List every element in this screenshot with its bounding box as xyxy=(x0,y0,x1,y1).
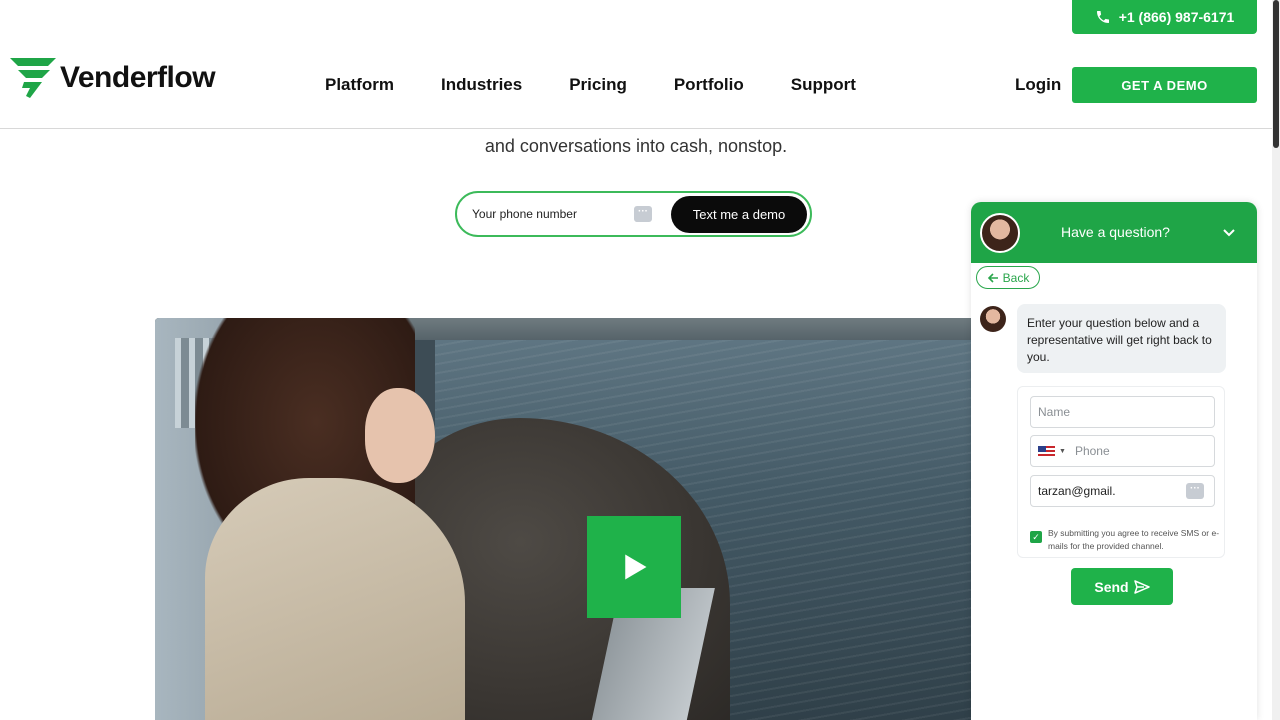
brand-name: Venderflow xyxy=(60,61,216,94)
name-placeholder: Name xyxy=(1038,405,1071,419)
email-value: tarzan@gmail. xyxy=(1038,484,1116,498)
us-flag-icon[interactable] xyxy=(1038,445,1055,457)
nav-support[interactable]: Support xyxy=(791,75,856,95)
nav-portfolio[interactable]: Portfolio xyxy=(674,75,744,95)
video-woman-face xyxy=(365,388,435,483)
nav-industries[interactable]: Industries xyxy=(441,75,522,95)
more-dots-icon[interactable]: ··· xyxy=(634,206,652,222)
nav-platform[interactable]: Platform xyxy=(325,75,394,95)
consent-checkbox[interactable]: ✓ xyxy=(1030,531,1042,543)
autofill-dots-icon[interactable]: ··· xyxy=(1186,483,1204,499)
consent-text: By submitting you agree to receive SMS o… xyxy=(1048,528,1220,551)
chat-widget: Have a question? Back Enter your questio… xyxy=(971,202,1257,720)
phone-icon xyxy=(1096,11,1109,23)
phone-field[interactable]: ▼ Phone xyxy=(1030,435,1215,467)
scrollbar-thumb[interactable] xyxy=(1273,0,1279,148)
call-phone-button[interactable]: +1 (866) 987-6171 xyxy=(1072,0,1257,34)
message-avatar xyxy=(980,306,1006,332)
brand-logo[interactable]: Venderflow xyxy=(10,56,216,100)
site-header: +1 (866) 987-6171 Venderflow Platform In… xyxy=(0,0,1272,129)
get-demo-button[interactable]: GET A DEMO xyxy=(1072,67,1257,103)
send-label: Send xyxy=(1094,578,1129,595)
back-label: Back xyxy=(1002,270,1030,285)
hero-subtitle: and conversations into cash, nonstop. xyxy=(484,136,788,156)
agent-avatar xyxy=(980,213,1020,253)
text-me-demo-button[interactable]: Text me a demo xyxy=(671,196,807,233)
phone-number-input[interactable]: Your phone number xyxy=(472,207,577,221)
venderflow-logo-icon xyxy=(10,58,56,98)
chevron-down-icon[interactable] xyxy=(1221,224,1237,240)
play-icon xyxy=(625,554,647,580)
nav-pricing[interactable]: Pricing xyxy=(569,75,627,95)
name-field[interactable]: Name xyxy=(1030,396,1215,428)
main-nav: Platform Industries Pricing Portfolio Su… xyxy=(325,75,856,95)
email-field[interactable]: tarzan@gmail. ··· xyxy=(1030,475,1215,507)
video-woman-coat xyxy=(205,478,465,720)
agent-message: Enter your question below and a represen… xyxy=(1017,304,1226,373)
arrow-left-icon xyxy=(987,272,998,283)
contact-form: Name ▼ Phone tarzan@gmail. ··· ✓ By subm… xyxy=(1017,386,1225,558)
login-link[interactable]: Login xyxy=(1015,75,1061,95)
demo-video[interactable] xyxy=(155,318,971,720)
send-icon xyxy=(1133,579,1150,594)
page: +1 (866) 987-6171 Venderflow Platform In… xyxy=(0,0,1280,720)
play-button[interactable] xyxy=(587,516,681,618)
phone-number: +1 (866) 987-6171 xyxy=(1118,9,1235,25)
phone-placeholder: Phone xyxy=(1074,444,1110,458)
back-button[interactable]: Back xyxy=(976,266,1040,289)
text-demo-form: Your phone number ··· Text me a demo xyxy=(455,191,812,237)
chat-header[interactable]: Have a question? xyxy=(971,202,1257,263)
caret-down-icon[interactable]: ▼ xyxy=(1059,448,1066,455)
send-button[interactable]: Send xyxy=(1071,568,1173,605)
consent-row: ✓ By submitting you agree to receive SMS… xyxy=(1030,527,1228,553)
chat-title: Have a question? xyxy=(1061,224,1170,240)
